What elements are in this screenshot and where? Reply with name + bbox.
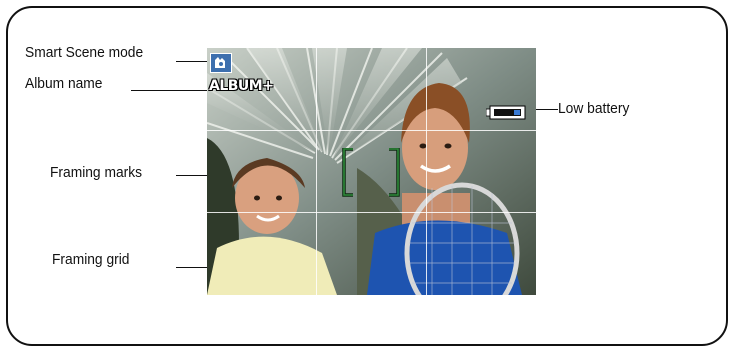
label-album-name: Album name <box>25 75 103 92</box>
label-framing-grid: Framing grid <box>52 251 130 268</box>
framing-grid-line-v1 <box>316 48 317 295</box>
framing-marks-icon <box>342 148 400 197</box>
label-framing-marks: Framing marks <box>50 164 143 181</box>
framing-grid-line-v2 <box>426 48 427 295</box>
low-battery-icon <box>486 105 526 120</box>
leader-album-name <box>131 90 207 91</box>
album-name-overlay: ALBUM+ <box>209 78 274 94</box>
label-smart-scene-mode: Smart Scene mode <box>25 44 144 61</box>
label-low-battery: Low battery <box>558 100 630 117</box>
smart-scene-icon <box>210 53 232 73</box>
leader-smart-scene-mode <box>176 61 208 62</box>
framing-grid-line-h1 <box>207 130 536 131</box>
framing-grid-line-h2 <box>207 212 536 213</box>
camera-lcd-screen: ALBUM+ <box>207 48 536 295</box>
